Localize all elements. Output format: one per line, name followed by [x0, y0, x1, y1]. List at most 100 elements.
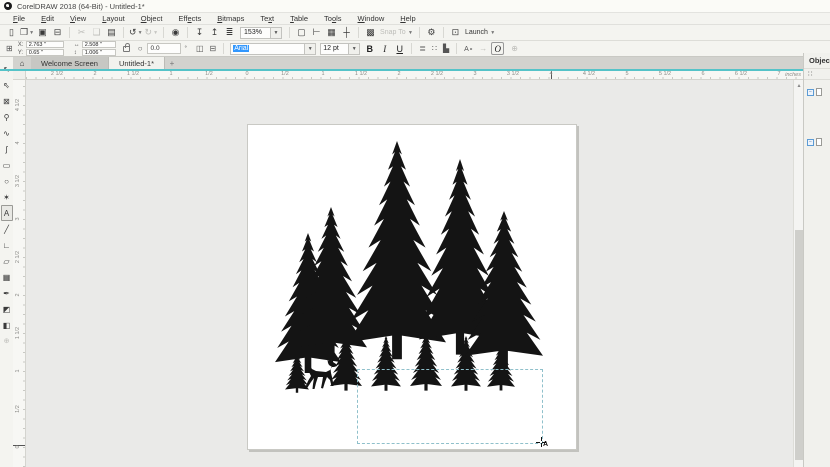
vertical-ruler[interactable]: 54 1/243 1/232 1/221 1/211/20	[13, 80, 26, 467]
font-size-combo[interactable]: 12 pt ▼	[320, 43, 360, 55]
italic-button[interactable]: I	[378, 42, 391, 55]
crop-tool-icon[interactable]: ⊠	[1, 93, 13, 109]
menu-window[interactable]: Window	[350, 14, 393, 23]
chevron-down-icon[interactable]: ▼	[304, 44, 315, 54]
transparency-tool-icon[interactable]: ▦	[1, 269, 13, 285]
menu-layout[interactable]: Layout	[94, 14, 133, 23]
ruler-tick-label: 6 1/2	[731, 71, 751, 77]
font-list-combo[interactable]: Arial ▼	[230, 43, 316, 55]
copy-icon[interactable]: ❑	[90, 26, 103, 39]
print-icon[interactable]: ⊟	[51, 26, 64, 39]
menu-tools[interactable]: Tools	[316, 14, 350, 23]
rectangle-tool-icon[interactable]: ▭	[1, 157, 13, 173]
layer-item[interactable]: −	[804, 88, 830, 96]
save-icon[interactable]: ▣	[36, 26, 49, 39]
connector-tool-icon[interactable]: ∟	[1, 237, 13, 253]
ruler-tick-label: 4 1/2	[579, 71, 599, 77]
shape-tool-icon[interactable]: ⇖	[1, 77, 13, 93]
menu-file[interactable]: File	[5, 14, 33, 23]
chevron-down-icon[interactable]: ▼	[270, 28, 281, 38]
tab-untitled-1[interactable]: Untitled-1*	[109, 57, 165, 69]
lock-ratio-icon[interactable]	[123, 46, 130, 52]
menu-help[interactable]: Help	[392, 14, 423, 23]
open-icon[interactable]: ❐▼	[20, 26, 34, 39]
snap-to-dropdown[interactable]: Snap To ▼	[380, 29, 413, 36]
artistic-media-tool-icon[interactable]: ʃ	[1, 141, 13, 157]
cut-icon[interactable]: ✂	[75, 26, 88, 39]
ellipse-tool-icon[interactable]: ○	[1, 173, 13, 189]
home-icon[interactable]: ⌂	[13, 57, 31, 69]
vertical-scrollbar[interactable]: ▴	[793, 80, 803, 467]
mirror-horizontal-icon[interactable]: ◫	[196, 44, 204, 53]
ruler-tick-label: 1/2	[199, 71, 219, 77]
search-content-icon[interactable]: ◉	[169, 26, 182, 39]
snap-to-toggle-icon[interactable]: ▩	[364, 26, 377, 39]
launcher-icon[interactable]: ⊡	[449, 26, 462, 39]
parallel-dimension-tool-icon[interactable]: ╱	[1, 221, 13, 237]
interactive-fill-tool-icon[interactable]: ◩	[1, 301, 13, 317]
y-position-field[interactable]: 0.65 "	[26, 49, 64, 56]
zoom-level-combo[interactable]: 153%▼	[240, 27, 282, 39]
polygon-tool-icon[interactable]: ✶	[1, 189, 13, 205]
object-origin-icon[interactable]: ⊞	[6, 44, 13, 53]
text-alignment-icon[interactable]: ≣	[419, 44, 426, 53]
ruler-tick-label: 7	[769, 71, 789, 77]
menu-table[interactable]: Table	[282, 14, 316, 23]
full-screen-preview-icon[interactable]: ▢	[295, 26, 308, 39]
publish-pdf-icon[interactable]: ≣	[223, 26, 236, 39]
chevron-down-icon[interactable]: ▼	[138, 30, 143, 36]
menu-view[interactable]: View	[62, 14, 94, 23]
undo-icon[interactable]: ↺▼	[129, 26, 143, 39]
chevron-down-icon[interactable]: ▼	[153, 30, 158, 36]
layer-item[interactable]: −	[804, 138, 830, 146]
options-icon[interactable]: ⚙	[425, 26, 438, 39]
menu-object[interactable]: Object	[133, 14, 171, 23]
bullet-list-icon[interactable]: ∷	[432, 44, 437, 53]
menu-edit[interactable]: Edit	[33, 14, 62, 23]
export-icon[interactable]: ↥	[208, 26, 221, 39]
window-title: CorelDRAW 2018 (64-Bit) - Untitled-1*	[17, 2, 145, 11]
expand-icon[interactable]: −	[807, 89, 814, 96]
text-tool-icon[interactable]: A	[1, 205, 13, 221]
horizontal-ruler[interactable]: inches 32 1/221 1/211/201/211 1/222 1/23…	[26, 71, 803, 80]
x-position-field[interactable]: 2.763 "	[26, 41, 64, 48]
freehand-tool-icon[interactable]: ∿	[1, 125, 13, 141]
expand-icon[interactable]: −	[807, 139, 814, 146]
launch-dropdown[interactable]: Launch ▼	[465, 29, 495, 36]
docker-toolbar[interactable]: ∷	[804, 68, 830, 80]
scrollbar-thumb[interactable]	[795, 230, 803, 460]
show-guidelines-icon[interactable]: ┼	[340, 26, 353, 39]
add-tools-button[interactable]: ⊕	[1, 333, 13, 349]
drop-cap-icon[interactable]: ▙	[443, 44, 449, 53]
mirror-vertical-icon[interactable]: ⊟	[210, 44, 217, 53]
tab-welcome-screen[interactable]: Welcome Screen	[31, 57, 109, 69]
docker-options-icon[interactable]: ∷	[808, 70, 812, 78]
character-formatting-icon[interactable]: A∘	[464, 45, 473, 53]
menu-effects[interactable]: Effects	[170, 14, 209, 23]
import-icon[interactable]: ↧	[193, 26, 206, 39]
chevron-down-icon[interactable]: ▼	[29, 30, 34, 36]
menu-text[interactable]: Text	[252, 14, 282, 23]
text-direction-icon[interactable]: →	[479, 44, 487, 53]
rotation-angle-field[interactable]: 0.0	[147, 43, 181, 54]
smart-fill-tool-icon[interactable]: ◧	[1, 317, 13, 333]
color-eyedropper-tool-icon[interactable]: ✒	[1, 285, 13, 301]
new-document-icon[interactable]: ▯	[5, 26, 18, 39]
chevron-down-icon[interactable]: ▼	[348, 44, 359, 54]
object-height-field[interactable]: 1.006 "	[82, 49, 116, 56]
underline-button[interactable]: U	[393, 42, 406, 55]
edit-text-icon[interactable]: O	[491, 42, 504, 55]
show-grid-icon[interactable]: ▦	[325, 26, 338, 39]
object-width-field[interactable]: 2.508 "	[82, 41, 116, 48]
new-tab-button[interactable]: +	[165, 57, 179, 69]
bold-button[interactable]: B	[363, 42, 376, 55]
menu-bitmaps[interactable]: Bitmaps	[209, 14, 252, 23]
text-frame-marquee[interactable]	[357, 369, 543, 444]
font-name-value: Arial	[233, 45, 249, 52]
show-rulers-icon[interactable]: ⊢	[310, 26, 323, 39]
standard-toolbar: ▯❐▼▣⊟ ✂❑▤ ↺▼↻▼ ◉ ↧↥≣ 153%▼ ▢⊢▦┼ ▩Snap To ▼ ⚙ ⊡Lau…	[0, 25, 830, 41]
zoom-tool-icon[interactable]: ⚲	[1, 109, 13, 125]
redo-icon[interactable]: ↻▼	[145, 26, 159, 39]
paste-icon[interactable]: ▤	[105, 26, 118, 39]
drop-shadow-tool-icon[interactable]: ▱	[1, 253, 13, 269]
